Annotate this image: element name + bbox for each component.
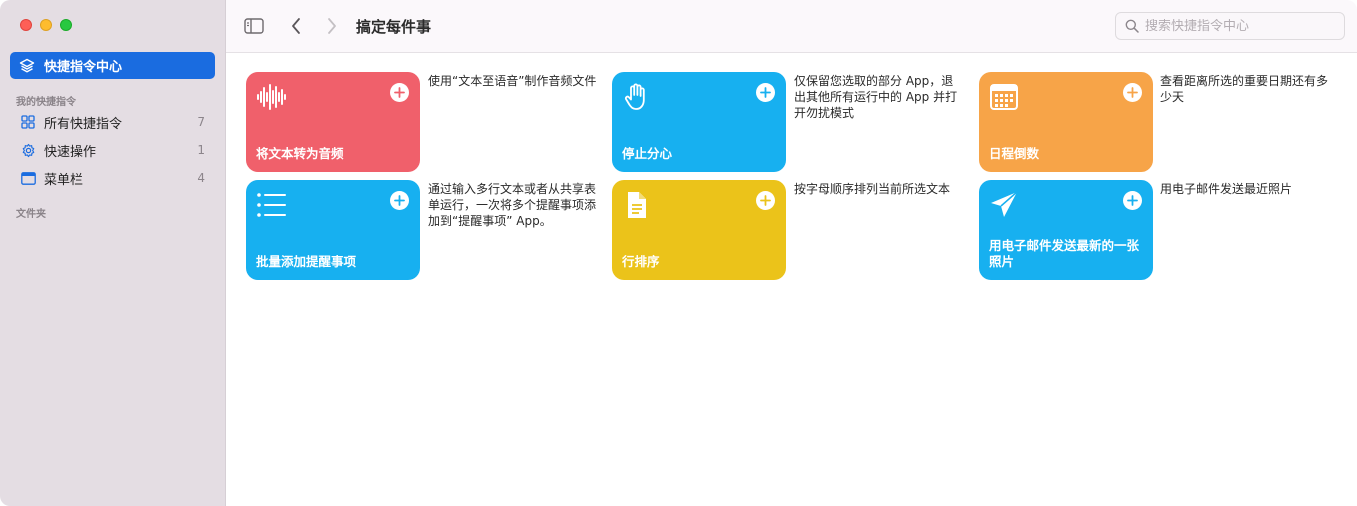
plus-icon: [760, 195, 771, 206]
sidebar-icon: [244, 18, 264, 34]
sidebar-item-label: 所有快捷指令: [44, 116, 123, 132]
shortcut-card-stop-distraction[interactable]: 停止分心: [612, 72, 786, 172]
calendar-icon: [990, 84, 1018, 110]
card-title: 日程倒数: [989, 146, 1040, 161]
sidebar-item-count: 1: [197, 143, 205, 157]
shortcut-card-email-photo[interactable]: 用电子邮件发送最新的一张照片: [979, 180, 1153, 280]
plus-icon: [394, 195, 405, 206]
chevron-right-icon: [328, 18, 336, 34]
plus-icon: [1127, 195, 1138, 206]
card-description: 用电子邮件发送最近照片: [1160, 182, 1293, 196]
add-shortcut-button[interactable]: [1123, 83, 1142, 102]
gear-icon: [20, 142, 36, 158]
sidebar-item-count: 4: [197, 171, 205, 185]
card-description: 按字母顺序排列当前所选文本: [794, 182, 951, 196]
sidebar: 快捷指令中心 我的快捷指令 所有快捷指令 7 快速操作 1 菜单栏 4 文件夹: [0, 0, 226, 506]
grid-icon: [20, 114, 36, 130]
card-title: 行排序: [622, 254, 660, 269]
back-button[interactable]: [285, 15, 307, 37]
card-description: 仅保留您选取的部分 App，退出其他所有运行中的 App 并打开勿扰模式: [794, 74, 958, 120]
card-description: 查看距离所选的重要日期还有多少天: [1160, 74, 1329, 104]
search-icon: [1125, 19, 1139, 33]
search-input[interactable]: [1145, 18, 1335, 34]
sidebar-item-all-shortcuts[interactable]: 所有快捷指令 7: [10, 109, 215, 135]
chevron-left-icon: [292, 18, 300, 34]
section-header-folders: 文件夹: [16, 209, 46, 220]
plus-icon: [760, 87, 771, 98]
sidebar-item-count: 7: [197, 115, 205, 129]
menubar-icon: [20, 170, 36, 186]
plus-icon: [394, 87, 405, 98]
card-description: 使用“文本至语音”制作音频文件: [428, 74, 597, 88]
page-title: 搞定每件事: [356, 18, 432, 36]
add-shortcut-button[interactable]: [1123, 191, 1142, 210]
add-shortcut-button[interactable]: [756, 191, 775, 210]
sidebar-item-menu-bar[interactable]: 菜单栏 4: [10, 165, 215, 191]
document-icon: [628, 192, 646, 218]
shortcut-card-sort-lines[interactable]: 行排序: [612, 180, 786, 280]
minimize-window-button[interactable]: [40, 19, 52, 31]
sidebar-item-gallery[interactable]: 快捷指令中心: [10, 52, 215, 79]
paperplane-icon: [991, 191, 1018, 217]
search-field[interactable]: [1115, 12, 1345, 40]
card-title: 批量添加提醒事项: [256, 254, 357, 269]
shortcut-card-text-to-audio[interactable]: 将文本转为音频: [246, 72, 420, 172]
sidebar-item-quick-actions[interactable]: 快速操作 1: [10, 137, 215, 163]
card-title: 停止分心: [622, 146, 673, 161]
toolbar: 搞定每件事: [226, 0, 1357, 53]
hand-icon: [624, 83, 645, 110]
shortcuts-window: 快捷指令中心 我的快捷指令 所有快捷指令 7 快速操作 1 菜单栏 4 文件夹 …: [0, 0, 1357, 506]
shortcut-card-countdown[interactable]: 日程倒数: [979, 72, 1153, 172]
window-controls: [20, 19, 72, 31]
shortcut-card-batch-reminders[interactable]: 批量添加提醒事项: [246, 180, 420, 280]
main-content: 搞定每件事 搜索快捷指令中心 将文本转为音频 使用“文本至语音”制作音频文件 停…: [226, 0, 1357, 506]
zoom-window-button[interactable]: [60, 19, 72, 31]
close-window-button[interactable]: [20, 19, 32, 31]
card-description: 通过输入多行文本或者从共享表单运行，一次将多个提醒事项添加到“提醒事项” App…: [428, 182, 597, 228]
sidebar-item-label: 快速操作: [44, 144, 97, 160]
sidebar-item-label: 快捷指令中心: [44, 60, 123, 75]
forward-button[interactable]: [321, 15, 343, 37]
waveform-icon: [257, 84, 286, 110]
add-shortcut-button[interactable]: [756, 83, 775, 102]
card-title: 用电子邮件发送最新的一张照片: [989, 238, 1140, 269]
sidebar-toggle-button[interactable]: [243, 15, 265, 37]
list-icon: [257, 193, 286, 217]
plus-icon: [1127, 87, 1138, 98]
section-header-my-shortcuts: 我的快捷指令: [16, 97, 76, 108]
sidebar-item-label: 菜单栏: [44, 172, 84, 188]
add-shortcut-button[interactable]: [390, 83, 409, 102]
add-shortcut-button[interactable]: [390, 191, 409, 210]
layers-icon: [19, 58, 35, 72]
card-title: 将文本转为音频: [256, 146, 344, 161]
